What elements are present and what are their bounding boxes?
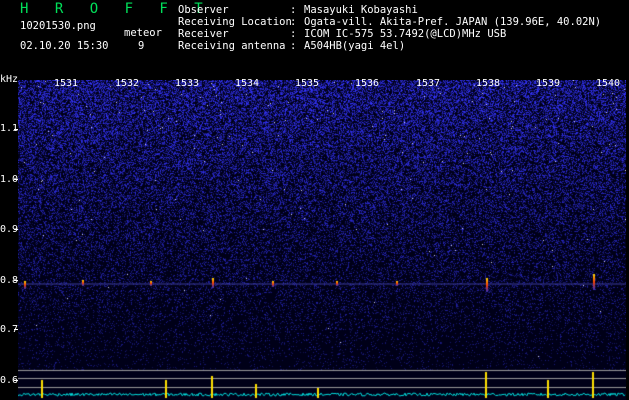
freq-label: 0.8 [0, 275, 19, 286]
freq-label: 1.0 [0, 174, 19, 185]
info-value: A504HB(yagi 4el) [304, 40, 406, 52]
header-panel: H R O F F T 10201530.png 02.10.20 15:30 … [0, 0, 629, 80]
freq-label: 0.7 [0, 324, 19, 335]
date-time: 02.10.20 15:30 [20, 40, 109, 52]
info-value: Ogata-vill. Akita-Pref. JAPAN (139.96E, … [304, 16, 602, 28]
info-row-observer: Observer : Masayuki Kobayashi [178, 4, 601, 16]
freq-tick [14, 380, 18, 381]
time-label: 1533 [175, 78, 200, 89]
meteor-count: 9 [138, 40, 145, 52]
info-row-location: Receiving Location : Ogata-vill. Akita-P… [178, 16, 601, 28]
info-row-antenna: Receiving antenna : A504HB(yagi 4el) [178, 40, 601, 52]
frequency-axis: 1.1 1.0 0.9 0.8 0.7 0.6 [0, 80, 18, 400]
info-value: Masayuki Kobayashi [304, 4, 418, 16]
freq-label: 0.9 [0, 224, 19, 235]
info-label: Observer [178, 4, 229, 16]
time-axis: 1531 1532 1533 1534 1535 1536 1537 1538 … [18, 78, 626, 90]
info-label: Receiver [178, 28, 229, 40]
info-label: Receiving Location [178, 16, 292, 28]
info-separator: : [290, 16, 297, 28]
time-label: 1540 [596, 78, 621, 89]
file-name: 10201530.png [20, 20, 96, 32]
time-label: 1538 [476, 78, 501, 89]
time-label: 1531 [54, 78, 79, 89]
freq-tick [14, 129, 18, 130]
freq-tick [14, 280, 18, 281]
meteor-label: meteor [124, 27, 162, 39]
info-separator: : [290, 40, 297, 52]
time-label: 1532 [115, 78, 140, 89]
freq-label: 0.6 [0, 375, 19, 386]
freq-tick [14, 229, 18, 230]
info-separator: : [290, 28, 297, 40]
station-info: Observer : Masayuki Kobayashi Receiving … [178, 4, 601, 52]
info-separator: : [290, 4, 297, 16]
freq-tick [14, 329, 18, 330]
spectrogram [18, 80, 626, 400]
info-row-receiver: Receiver : ICOM IC-575 53.7492(@LCD)MHz … [178, 28, 601, 40]
time-label: 1539 [536, 78, 561, 89]
info-label: Receiving antenna [178, 40, 286, 52]
time-label: 1535 [295, 78, 320, 89]
time-label: 1534 [235, 78, 260, 89]
freq-tick [14, 179, 18, 180]
spectrogram-canvas [18, 80, 626, 400]
time-label: 1537 [416, 78, 441, 89]
time-label: 1536 [355, 78, 380, 89]
info-value: ICOM IC-575 53.7492(@LCD)MHz USB [304, 28, 507, 40]
